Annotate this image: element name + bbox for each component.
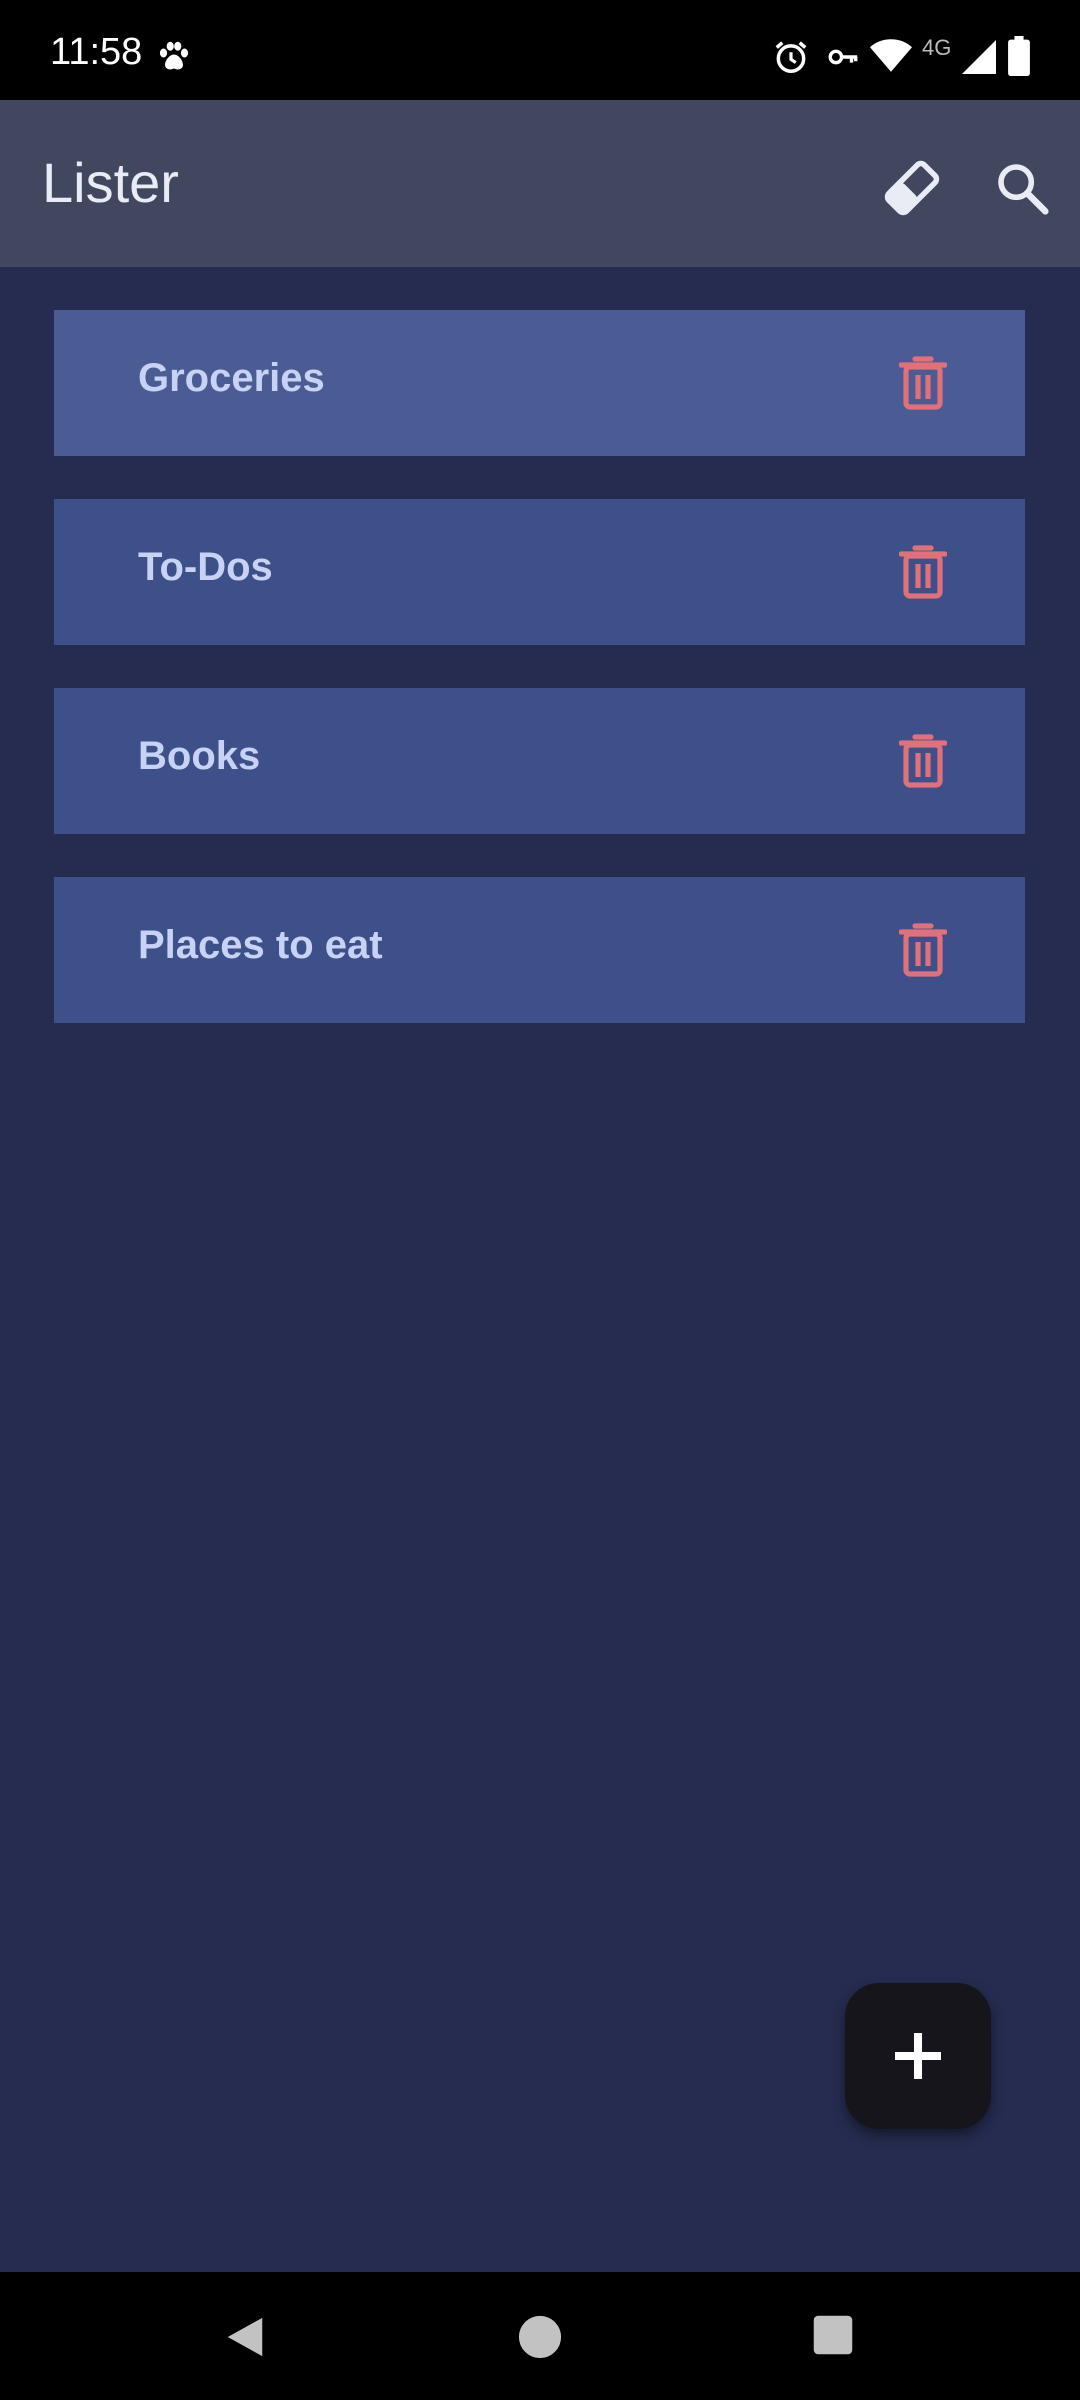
eraser-icon (884, 160, 940, 216)
delete-button[interactable] (880, 340, 966, 426)
trash-icon (899, 545, 947, 599)
clear-button[interactable] (872, 148, 952, 228)
list-item-places-to-eat[interactable]: Places to eat (54, 877, 1025, 1023)
paw-icon (159, 41, 189, 70)
status-bar: 11:58 4G (0, 0, 1080, 100)
trash-icon (899, 356, 947, 410)
add-list-button[interactable] (845, 1983, 991, 2129)
list-item-label: Groceries (138, 356, 325, 400)
plus-icon (895, 2033, 941, 2079)
trash-icon (899, 734, 947, 788)
screen: 11:58 4G Lister Groceries To-Dos Books P… (0, 0, 1080, 2400)
network-type-label: 4G (922, 35, 952, 60)
wifi-icon (870, 39, 912, 72)
navigation-bar (0, 2272, 1080, 2400)
home-icon[interactable] (517, 2314, 563, 2360)
list-item-label: Books (138, 734, 261, 778)
status-time: 11:58 (50, 31, 143, 73)
list-item-label: Places to eat (138, 923, 383, 967)
trash-icon (899, 923, 947, 977)
delete-button[interactable] (880, 907, 966, 993)
delete-button[interactable] (880, 718, 966, 804)
battery-icon (1008, 36, 1030, 76)
alarm-icon (775, 41, 807, 73)
back-icon[interactable] (222, 2314, 268, 2360)
vpn-key-icon (828, 49, 858, 65)
delete-button[interactable] (880, 529, 966, 615)
recents-icon[interactable] (812, 2314, 854, 2356)
app-title: Lister (42, 151, 179, 214)
cell-signal-icon (962, 40, 996, 74)
list-item-label: To-Dos (138, 545, 273, 589)
search-icon (998, 164, 1049, 215)
search-button[interactable] (982, 148, 1062, 228)
list-item-to-dos[interactable]: To-Dos (54, 499, 1025, 645)
list-item-groceries[interactable]: Groceries (54, 310, 1025, 456)
list-item-books[interactable]: Books (54, 688, 1025, 834)
